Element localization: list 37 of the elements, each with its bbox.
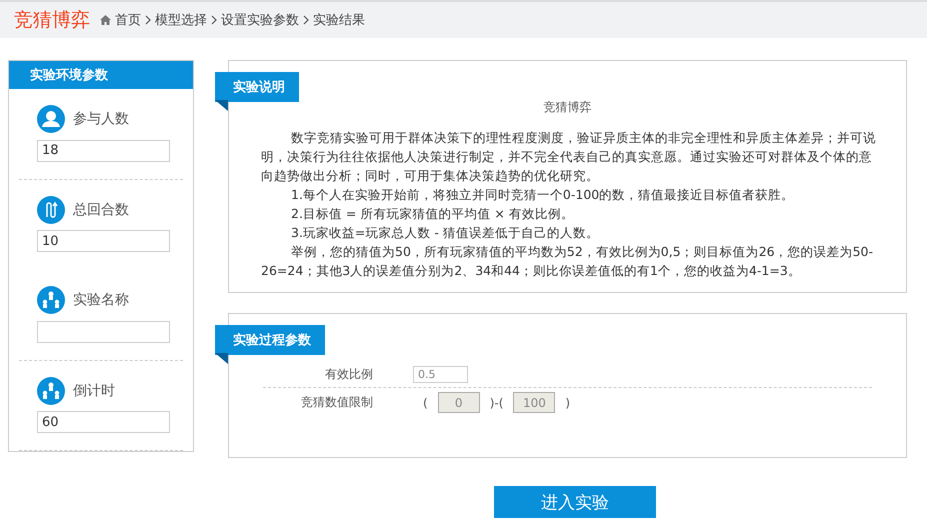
input-field[interactable]: 18: [37, 140, 170, 162]
enter-button[interactable]: 进入实验: [494, 486, 656, 518]
param-label: 实验名称: [73, 291, 129, 309]
description-text: 2.目标值 = 所有玩家猜值的平均值 × 有效比例。: [290, 205, 575, 223]
logo: 竞猜博弈: [14, 8, 90, 33]
param-label: 参与人数: [73, 110, 129, 128]
input-field[interactable]: 10: [37, 230, 170, 252]
team-icon: [37, 286, 65, 314]
input-field[interactable]: [37, 320, 170, 342]
person-icon: [37, 105, 65, 133]
description-text: 举例，您的猜值为50，所有玩家猜值的平均数为52，有效比例为0,5；则目标值为26，您的误差为50-26=24；其他3人的误差值分别为2、34和44；则比你误差值低的有1个，您的收益为4-1=3。: [261, 243, 874, 280]
description-text: 3.玩家收益=玩家总人数 - 猜值误差低于自己的人数。: [290, 224, 600, 242]
chevron-icon: [303, 15, 309, 25]
description-text: 数字竞猜实验可用于群体决策下的理性程度测度，验证异质主体的非完全理性和异质主体差异；并可说明，决策行为往往依据他人决策进行制定，并不完全代表自己的真实意愿。通过实验还可对群体及个体的意向趋势做出分析；同时，可用于集体决策趋势的优化研究。: [261, 129, 876, 185]
chevron-icon: [211, 15, 217, 25]
ribbon-fold-icon: [215, 100, 228, 111]
sidebar-title: 实验环境参数: [9, 61, 193, 89]
input-field[interactable]: 60: [37, 411, 170, 433]
field-label: 有效比例: [324, 366, 373, 383]
input-field[interactable]: 0.5: [413, 366, 468, 383]
paren-text: )-(: [490, 396, 504, 410]
description-title: 竞猜博弈: [542, 99, 592, 116]
team-icon: [37, 376, 65, 404]
description-text: 1.每个人在实验开始前，将独立并同时竞猜一个0-100的数，猜值最接近目标值者获胜。: [290, 186, 796, 204]
home-icon: [100, 15, 111, 25]
field-label: 竞猜数值限制: [300, 394, 373, 411]
paren-text: ): [565, 396, 570, 410]
breadcrumb-link[interactable]: 模型选择: [155, 11, 207, 29]
paren-text: (: [423, 396, 428, 410]
breadcrumb-link[interactable]: 实验结果: [313, 11, 365, 29]
breadcrumb-link[interactable]: 设置实验参数: [221, 11, 299, 29]
ribbon-fold-icon: [215, 353, 228, 364]
chevron-icon: [145, 15, 151, 25]
param-label: 总回合数: [73, 200, 129, 218]
paperclip-icon: [37, 196, 65, 224]
breadcrumb-link[interactable]: 首页: [115, 11, 141, 29]
param-label: 倒计时: [73, 382, 115, 400]
